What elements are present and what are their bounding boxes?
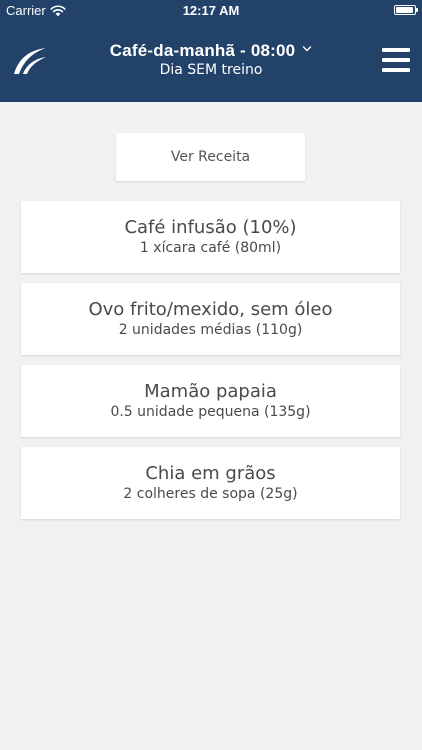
food-name: Café infusão (10%) — [124, 217, 297, 238]
chevron-down-icon — [303, 46, 312, 52]
food-item[interactable]: Chia em grãos 2 colheres de sopa (25g) — [21, 447, 400, 519]
meal-selector[interactable]: Café-da-manhã - 08:00 Dia SEM treino — [60, 41, 362, 79]
app-header: Carrier 12:17 AM Café-da-manhã - 08:00 D… — [0, 0, 422, 102]
food-name: Mamão papaia — [144, 381, 277, 402]
food-portion: 2 unidades médias (110g) — [118, 322, 303, 338]
food-portion: 0.5 unidade pequena (135g) — [110, 404, 311, 420]
battery-icon — [394, 5, 418, 15]
food-name: Chia em grãos — [145, 463, 276, 484]
hamburger-menu-icon[interactable] — [382, 48, 410, 72]
meal-title: Café-da-manhã - 08:00 — [60, 41, 362, 61]
status-time: 12:17 AM — [182, 3, 240, 18]
food-name: Ovo frito/mexido, sem óleo — [88, 299, 333, 320]
food-item[interactable]: Mamão papaia 0.5 unidade pequena (135g) — [21, 365, 400, 437]
view-recipe-button[interactable]: Ver Receita — [116, 133, 305, 181]
food-item[interactable]: Café infusão (10%) 1 xícara café (80ml) — [21, 201, 400, 273]
day-type-subtitle: Dia SEM treino — [159, 62, 263, 78]
status-bar: Carrier 12:17 AM — [0, 0, 422, 22]
meal-title-text: Café-da-manhã - 08:00 — [109, 41, 296, 60]
food-portion: 1 xícara café (80ml) — [139, 240, 282, 256]
food-list: Café infusão (10%) 1 xícara café (80ml) … — [21, 201, 400, 529]
food-item[interactable]: Ovo frito/mexido, sem óleo 2 unidades mé… — [21, 283, 400, 355]
app-logo-icon — [14, 48, 46, 74]
food-portion: 2 colheres de sopa (25g) — [123, 486, 298, 502]
